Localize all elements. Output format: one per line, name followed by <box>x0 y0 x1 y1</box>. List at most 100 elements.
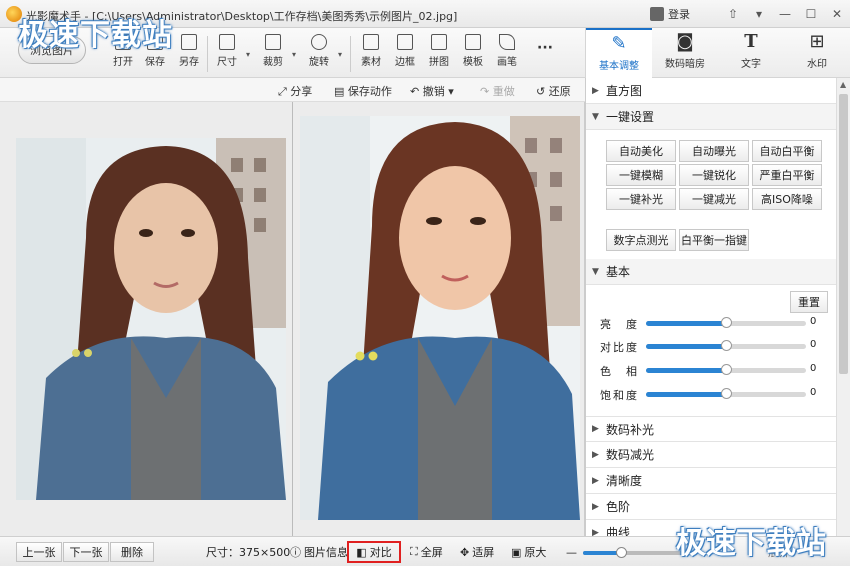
tab-basic-adjust[interactable]: ✎ 基本调整 <box>586 28 652 78</box>
more-button[interactable]: ··· <box>530 40 560 56</box>
delete-button[interactable]: 删除 <box>110 542 154 562</box>
zoom-slider[interactable] <box>583 547 683 558</box>
auto-white-balance-button[interactable]: 自动白平衡 <box>752 140 822 162</box>
auto-exposure-button[interactable]: 自动曝光 <box>679 140 749 162</box>
save-action-button[interactable]: ▤ 保存动作 <box>334 83 392 99</box>
image-info-button[interactable]: ⓘ 图片信息 <box>290 542 348 562</box>
resize-button[interactable]: 尺寸 <box>212 34 242 68</box>
section-basic[interactable]: ▼ 基本 <box>586 259 836 285</box>
rotate-button[interactable]: 旋转 <box>304 34 334 68</box>
section-label: 直方图 <box>606 84 643 98</box>
crop-button[interactable]: 裁剪 <box>258 34 288 68</box>
save-as-button[interactable]: 另存 <box>174 34 204 68</box>
crop-dropdown-icon[interactable]: ▾ <box>292 50 296 59</box>
saturation-slider[interactable] <box>646 388 806 399</box>
spot-metering-button[interactable]: 数字点测光 <box>606 229 676 251</box>
one-click-blur-button[interactable]: 一键模糊 <box>606 164 676 186</box>
one-click-fill-light-button[interactable]: 一键补光 <box>606 188 676 210</box>
section-histogram[interactable]: ▶ 直方图 <box>586 78 836 104</box>
panel-scrollbar[interactable]: ▲ <box>836 78 850 536</box>
info-icon: ⓘ <box>290 546 301 559</box>
login-button[interactable]: 登录 <box>650 6 690 22</box>
save-action-label: 保存动作 <box>347 85 392 98</box>
prev-image-button[interactable]: 上一张 <box>16 542 62 562</box>
section-label: 基本 <box>606 265 631 279</box>
brightness-slider[interactable] <box>646 317 806 328</box>
resize-dropdown-icon[interactable]: ▾ <box>246 50 250 59</box>
close-icon[interactable]: ✕ <box>824 4 850 24</box>
skin-icon[interactable]: ⇧ <box>720 4 746 24</box>
fit-screen-icon: ✥ <box>460 545 470 559</box>
contrast-slider[interactable] <box>646 340 806 351</box>
watermark-icon: ⊞ <box>809 31 825 52</box>
next-image-button[interactable]: 下一张 <box>63 542 109 562</box>
collage-label: 拼图 <box>429 57 449 68</box>
slider-thumb[interactable] <box>721 317 732 328</box>
save-label: 保存 <box>145 57 165 68</box>
contrast-value: 0 <box>810 339 817 350</box>
restore-button[interactable]: ↺ 还原 <box>536 83 571 99</box>
zoom-thumb[interactable] <box>616 547 627 558</box>
minimize-icon[interactable]: — <box>772 4 798 24</box>
high-iso-denoise-button[interactable]: 高ISO降噪 <box>752 188 822 210</box>
original-size-button[interactable]: ▣ 原大 <box>511 542 546 562</box>
redo-label: 重做 <box>492 85 515 98</box>
section-digital-reduce-light[interactable]: ▶ 数码减光 <box>586 442 836 468</box>
reset-button[interactable]: 重置 <box>790 291 828 313</box>
strong-white-balance-button[interactable]: 严重白平衡 <box>752 164 822 186</box>
slider-fill <box>646 344 726 349</box>
printer-icon <box>465 34 481 50</box>
image-canvas[interactable] <box>0 102 585 536</box>
size-value: 375×500 <box>239 545 291 559</box>
tab-watermark[interactable]: ⊞ 水印 <box>784 28 850 78</box>
section-label: 数码减光 <box>606 448 655 462</box>
section-one-click[interactable]: ▼ 一键设置 <box>586 104 836 130</box>
camera-icon: ◙ <box>676 31 694 52</box>
template-button[interactable]: 模板 <box>458 34 488 68</box>
material-button[interactable]: 素材 <box>356 34 386 68</box>
saturation-label: 饱和度 <box>600 389 639 402</box>
compare-label: 对比 <box>369 546 392 559</box>
expand-arrow-icon: ▶ <box>592 424 599 434</box>
brush-icon <box>499 34 515 50</box>
share-button[interactable]: ⤢ 分享 <box>278 83 312 99</box>
tab-text[interactable]: T 文字 <box>718 28 784 78</box>
slider-thumb[interactable] <box>721 364 732 375</box>
one-click-reduce-light-button[interactable]: 一键减光 <box>679 188 749 210</box>
slider-fill <box>646 321 726 326</box>
user-icon <box>650 7 664 21</box>
one-click-sharpen-button[interactable]: 一键锐化 <box>679 164 749 186</box>
rotate-dropdown-icon[interactable]: ▾ <box>338 50 342 59</box>
frame-label: 边框 <box>395 57 415 68</box>
redo-button[interactable]: ↷ 重做 <box>480 83 515 99</box>
scroll-up-icon[interactable]: ▲ <box>840 80 846 89</box>
fullscreen-label: 全屏 <box>420 546 443 559</box>
scrollbar-thumb[interactable] <box>839 94 848 374</box>
slider-fill <box>646 392 726 397</box>
undo-button[interactable]: ↶ 撤销 ▾ <box>410 83 454 99</box>
hue-slider[interactable] <box>646 364 806 375</box>
fullscreen-button[interactable]: ⛶ 全屏 <box>410 542 443 562</box>
section-clarity[interactable]: ▶ 清晰度 <box>586 468 836 494</box>
slider-thumb[interactable] <box>721 388 732 399</box>
saturation-value: 0 <box>810 387 817 398</box>
frame-button[interactable]: 边框 <box>390 34 420 68</box>
auto-beautify-button[interactable]: 自动美化 <box>606 140 676 162</box>
zoom-out-icon[interactable]: — <box>566 542 577 562</box>
menu-icon[interactable]: ▾ <box>746 4 772 24</box>
maximize-icon[interactable]: ☐ <box>798 4 824 24</box>
compare-button[interactable]: ◧ 对比 <box>347 541 401 563</box>
brush-button[interactable]: 画笔 <box>492 34 522 68</box>
slider-thumb[interactable] <box>721 340 732 351</box>
collage-button[interactable]: 拼图 <box>424 34 454 68</box>
section-levels[interactable]: ▶ 色阶 <box>586 494 836 520</box>
template-label: 模板 <box>463 57 483 68</box>
edited-photo-image <box>300 116 580 520</box>
white-balance-picker-button[interactable]: 白平衡一指键 <box>679 229 749 251</box>
save-as-icon <box>181 34 197 50</box>
fit-screen-button[interactable]: ✥ 适屏 <box>460 542 494 562</box>
original-size-icon: ▣ <box>511 545 522 559</box>
more-icon: ··· <box>537 40 553 56</box>
section-digital-fill-light[interactable]: ▶ 数码补光 <box>586 416 836 442</box>
tab-digital-darkroom[interactable]: ◙ 数码暗房 <box>652 28 718 78</box>
